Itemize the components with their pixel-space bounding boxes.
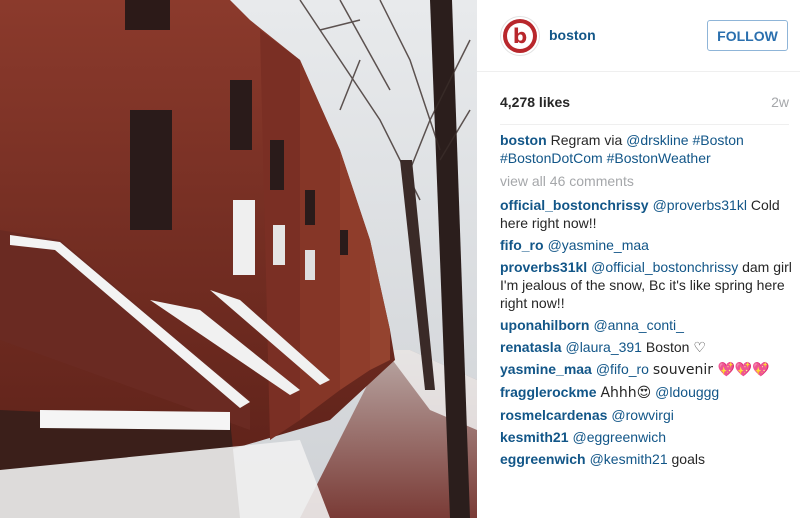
comment-text: Boston ♡ (645, 339, 706, 355)
comment-text: Ahhh😍 (600, 385, 652, 401)
list-item: official_bostonchrissy @proverbs31kl Cold… (500, 196, 792, 232)
list-item: uponahilborn @anna_conti_ (500, 316, 792, 334)
view-all-comments-link[interactable]: view all 46 comments (500, 172, 792, 190)
comment-username[interactable]: fifo_ro (500, 237, 544, 253)
comment-username[interactable]: rosmelcardenas (500, 407, 607, 423)
comment-mention[interactable]: @fifo_ro (596, 361, 649, 377)
snowy-street-photo (0, 0, 477, 518)
post-age[interactable]: 2w (771, 94, 789, 110)
comment-username[interactable]: fragglerockme (500, 384, 596, 400)
divider (500, 124, 789, 125)
caption-text: Regram via (550, 132, 627, 148)
list-item: fifo_ro @yasmine_maa (500, 236, 792, 254)
comment-mention[interactable]: @official_bostonchrissy (591, 259, 738, 275)
comment-mention[interactable]: @eggreenwich (572, 429, 666, 445)
post-header: b boston FOLLOW (477, 0, 800, 72)
likes-count[interactable]: 4,278 likes (500, 94, 570, 110)
list-item: renatasla @laura_391 Boston ♡ (500, 338, 792, 356)
comment-mention[interactable]: @yasmine_maa (548, 237, 649, 253)
comment-mention[interactable]: @rowvirgi (611, 407, 673, 423)
caption-username[interactable]: boston (500, 132, 547, 148)
comment-mention[interactable]: @anna_conti_ (593, 317, 684, 333)
comment-text: souvenir 💖💖💖 (652, 362, 770, 378)
comment-mention[interactable]: @kesmith21 (590, 451, 668, 467)
post-photo[interactable] (0, 0, 477, 518)
follow-button[interactable]: FOLLOW (707, 20, 788, 51)
list-item: rosmelcardenas @rowvirgi (500, 406, 792, 424)
comment-username[interactable]: kesmith21 (500, 429, 568, 445)
caption-mention[interactable]: @drskline (626, 132, 688, 148)
list-item: yasmine_maa @fifo_ro souvenir 💖💖💖 (500, 360, 792, 379)
list-item: fragglerockme Ahhh😍 @ldouggg (500, 383, 792, 402)
comment-mention[interactable]: @laura_391 (565, 339, 642, 355)
comment-username[interactable]: official_bostonchrissy (500, 197, 649, 213)
comment-username[interactable]: yasmine_maa (500, 361, 592, 377)
list-item: kesmith21 @eggreenwich (500, 428, 792, 446)
comment-username[interactable]: eggreenwich (500, 451, 586, 467)
logo-letter: b (507, 23, 533, 49)
list-item: proverbs31kl @official_bostonchrissy dam … (500, 258, 792, 312)
post-username[interactable]: boston (549, 27, 596, 43)
comment-username[interactable]: proverbs31kl (500, 259, 587, 275)
likes-row: 4,278 likes 2w (500, 94, 789, 114)
avatar[interactable]: b (500, 16, 540, 56)
comment-username[interactable]: uponahilborn (500, 317, 589, 333)
comment-mention[interactable]: @ldouggg (655, 384, 719, 400)
comments-list: boston Regram via @drskline #Boston #Bost… (500, 131, 792, 472)
post-side-panel: b boston FOLLOW 4,278 likes 2w boston Reg… (477, 0, 800, 518)
list-item: eggreenwich @kesmith21 goals (500, 450, 792, 468)
brand-logo-icon: b (503, 19, 537, 53)
comment-username[interactable]: renatasla (500, 339, 561, 355)
comment-mention[interactable]: @proverbs31kl (653, 197, 747, 213)
caption: boston Regram via @drskline #Boston #Bost… (500, 131, 792, 167)
comment-text: goals (671, 451, 705, 467)
